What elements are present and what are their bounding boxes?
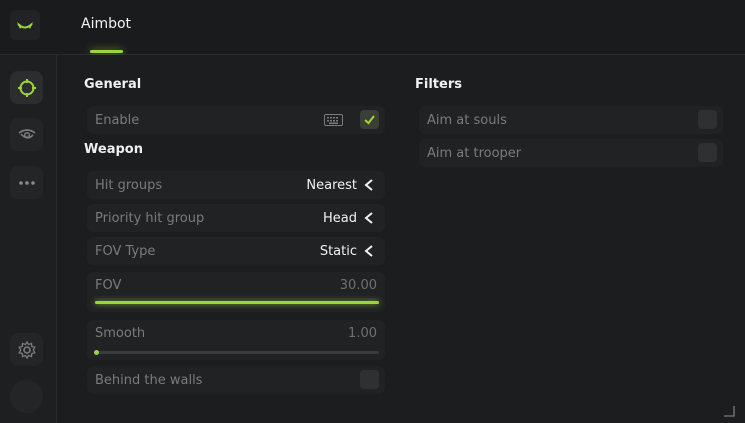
sidebar-item-settings[interactable]	[10, 333, 43, 366]
more-dots-icon	[18, 180, 35, 185]
fov-type-value: Static	[319, 243, 357, 259]
fov-slider-track[interactable]	[95, 301, 379, 304]
aim-at-souls-checkbox[interactable]	[698, 110, 717, 129]
fov-slider-fill	[95, 301, 379, 304]
aim-at-trooper-row[interactable]: Aim at trooper	[419, 139, 723, 167]
fov-type-label: FOV Type	[95, 243, 156, 259]
keyboard-icon[interactable]	[324, 114, 343, 126]
avatar[interactable]	[10, 380, 43, 413]
section-title-weapon: Weapon	[84, 142, 143, 157]
resize-handle-icon[interactable]	[723, 405, 735, 417]
enable-label: Enable	[95, 112, 140, 128]
eye-icon	[18, 128, 35, 139]
hit-groups-label: Hit groups	[95, 177, 163, 193]
sidebar-item-more[interactable]	[10, 166, 43, 199]
hit-groups-value: Nearest	[306, 177, 357, 193]
sidebar-item-aimbot[interactable]	[10, 71, 43, 104]
aim-at-souls-row[interactable]: Aim at souls	[419, 106, 723, 134]
top-bar: Aimbot	[0, 0, 745, 55]
priority-hit-group-value: Head	[323, 210, 357, 226]
sidebar-item-visuals[interactable]	[10, 118, 43, 151]
enable-row[interactable]: Enable	[87, 106, 385, 134]
behind-walls-checkbox[interactable]	[360, 370, 379, 389]
priority-hit-group-row[interactable]: Priority hit group Head	[87, 204, 385, 232]
hit-groups-row[interactable]: Hit groups Nearest	[87, 171, 385, 199]
aim-at-trooper-checkbox[interactable]	[698, 143, 717, 162]
smooth-slider-row: Smooth 1.00	[87, 320, 385, 360]
chevron-left-icon[interactable]	[363, 178, 375, 192]
checkmark-icon	[364, 115, 375, 125]
fov-slider-row: FOV 30.00	[87, 272, 385, 312]
section-title-general: General	[84, 77, 142, 92]
logo-icon	[17, 22, 33, 29]
sidebar	[0, 55, 57, 423]
smooth-slider-handle[interactable]	[94, 350, 99, 355]
active-tab-indicator	[90, 50, 123, 53]
app-logo	[10, 10, 40, 40]
behind-walls-label: Behind the walls	[95, 372, 203, 388]
main-content: General Enable Weapon Hit groups Nearest…	[57, 55, 745, 423]
fov-value: 30.00	[339, 278, 377, 293]
aim-at-souls-label: Aim at souls	[427, 112, 507, 128]
crosshair-icon	[17, 78, 36, 97]
section-title-filters: Filters	[415, 77, 462, 92]
chevron-left-icon[interactable]	[363, 211, 375, 225]
fov-label: FOV	[95, 278, 122, 293]
smooth-label: Smooth	[95, 326, 146, 341]
tab-aimbot[interactable]: Aimbot	[81, 16, 131, 32]
priority-hit-group-label: Priority hit group	[95, 210, 205, 226]
smooth-slider-track[interactable]	[94, 350, 379, 355]
fov-type-row[interactable]: FOV Type Static	[87, 237, 385, 265]
chevron-left-icon[interactable]	[363, 244, 375, 258]
gear-icon	[17, 340, 36, 359]
aim-at-trooper-label: Aim at trooper	[427, 145, 522, 161]
enable-checkbox[interactable]	[360, 110, 379, 129]
smooth-value: 1.00	[348, 326, 377, 341]
behind-walls-row[interactable]: Behind the walls	[87, 366, 385, 394]
